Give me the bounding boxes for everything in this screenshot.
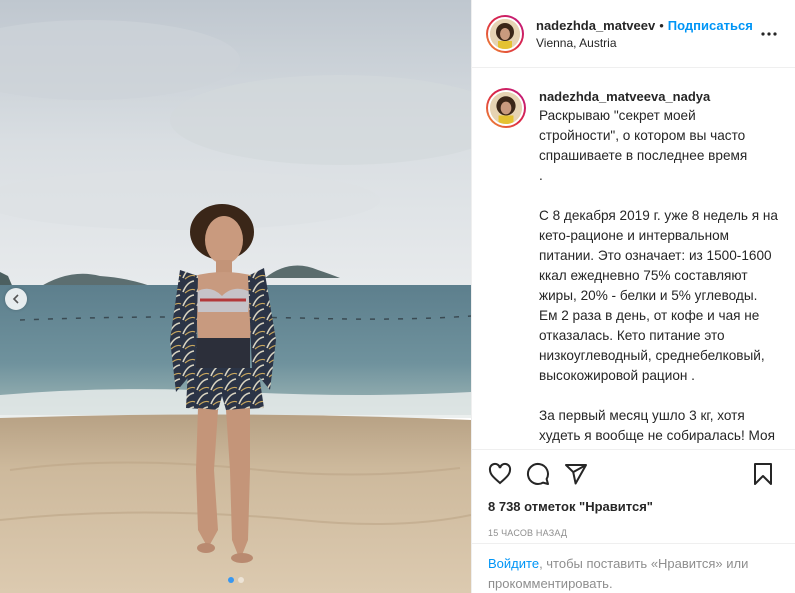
caption-text: Раскрываю "секрет моей стройности", о ко… <box>539 108 778 449</box>
comment-button[interactable] <box>526 458 558 490</box>
separator-dot: • <box>659 17 664 33</box>
heart-icon <box>488 462 512 485</box>
caption-username[interactable]: nadezhda_matveeva_nadya <box>539 88 779 106</box>
login-prompt: Войдите, чтобы поставить «Нравится» или … <box>472 543 795 593</box>
post-side-panel: nadezhda_matveev • Подписаться Vienna, A… <box>471 0 795 593</box>
more-options-button[interactable] <box>757 22 781 46</box>
previous-photo-button[interactable] <box>5 288 27 310</box>
username-link[interactable]: nadezhda_matveev <box>536 18 655 33</box>
post-timestamp[interactable]: 15 часов назад <box>488 528 779 538</box>
post-header: nadezhda_matveev • Подписаться Vienna, A… <box>472 0 795 68</box>
caption-avatar[interactable] <box>486 88 526 128</box>
follow-button[interactable]: Подписаться <box>668 18 753 33</box>
beach-photo <box>0 0 471 593</box>
share-icon <box>565 464 587 485</box>
save-button[interactable] <box>751 458 783 490</box>
carousel-dots <box>0 577 471 583</box>
like-button[interactable] <box>488 458 520 490</box>
login-link[interactable]: Войдите <box>488 556 539 571</box>
location-link[interactable]: Vienna, Austria <box>536 36 757 50</box>
chevron-left-icon <box>12 294 19 304</box>
post-photo[interactable] <box>0 0 471 593</box>
share-button[interactable] <box>564 458 596 490</box>
post-actions-section: 8 738 отметок "Нравится" 15 часов назад <box>472 449 795 538</box>
comment-icon <box>526 462 549 485</box>
action-bar <box>488 450 779 498</box>
avatar-image <box>490 92 522 124</box>
carousel-dot <box>237 577 244 583</box>
carousel-dot-active <box>227 577 234 583</box>
bookmark-icon <box>754 463 772 485</box>
avatar-image <box>490 18 520 49</box>
caption-area: nadezhda_matveeva_nadya Раскрываю "секре… <box>472 69 795 449</box>
more-icon <box>761 31 777 36</box>
avatar[interactable] <box>486 14 524 53</box>
likes-count[interactable]: 8 738 отметок "Нравится" <box>488 499 779 514</box>
